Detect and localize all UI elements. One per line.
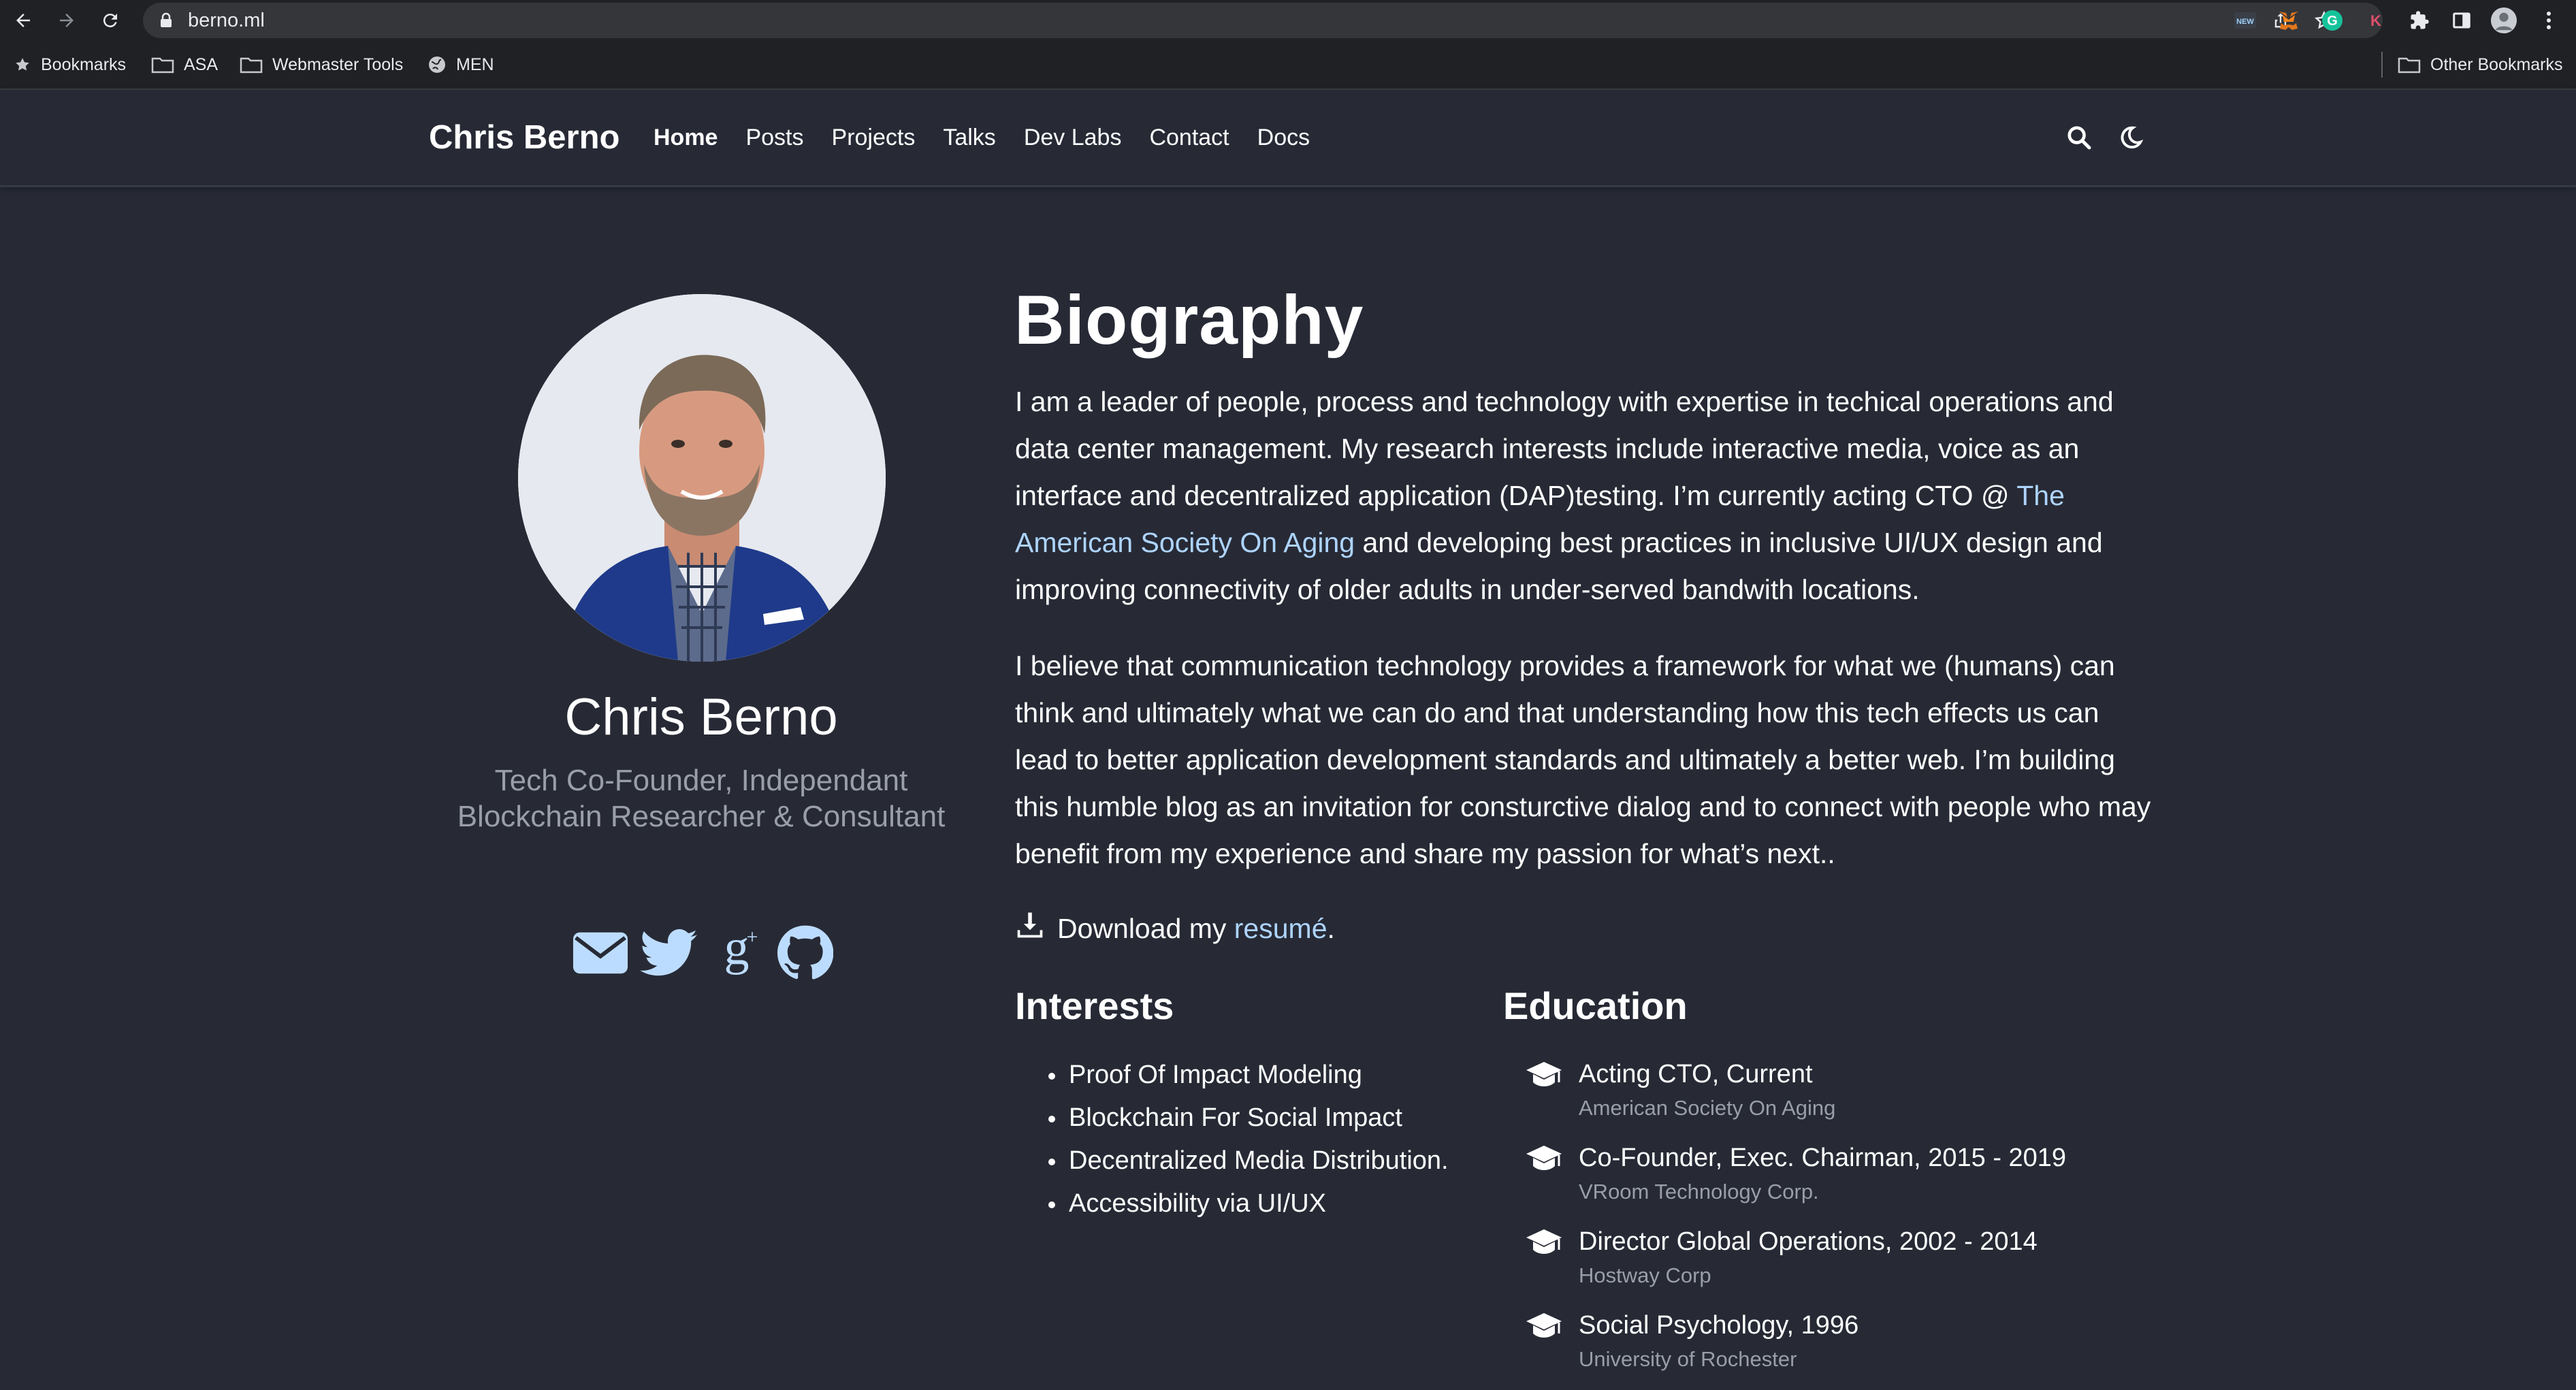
list-item: Proof Of Impact Modeling <box>1048 1054 1449 1097</box>
education-institution: VRoom Technology Corp. <box>1579 1180 1819 1203</box>
bookmark-label: MEN <box>456 54 494 74</box>
nav-projects[interactable]: Projects <box>832 125 916 151</box>
list-item: Decentralized Media Distribution. <box>1048 1140 1449 1182</box>
social-links: g + <box>572 924 833 982</box>
svg-text:NEW: NEW <box>2236 18 2254 26</box>
arrow-right-icon <box>60 14 74 27</box>
download-icon <box>1015 910 1045 947</box>
puzzle-icon[interactable] <box>2406 7 2433 34</box>
education-course: Co-Founder, Exec. Chairman, 2015 - 2019 <box>1579 1144 2067 1172</box>
forward-button[interactable] <box>50 4 83 37</box>
profile-role: Tech Co-Founder, Independant Blockchain … <box>457 764 946 833</box>
education-institution: American Society On Aging <box>1579 1096 1836 1120</box>
svg-text:g: g <box>724 926 750 975</box>
bookmark-label: ASA <box>184 54 219 74</box>
moon-icon[interactable] <box>2114 121 2147 154</box>
nav-docs[interactable]: Docs <box>1257 125 1310 151</box>
svg-text:G: G <box>2327 14 2338 29</box>
interests-title: Interests <box>1015 984 1174 1027</box>
profile-name: Chris Berno <box>564 688 838 746</box>
folder-icon <box>151 57 174 74</box>
biography-title: Biography <box>1014 281 1364 359</box>
arrow-left-icon <box>16 14 30 27</box>
side-panel-icon[interactable] <box>2448 7 2475 34</box>
back-button[interactable] <box>7 4 39 37</box>
bookmark-men[interactable]: MEN <box>428 41 494 88</box>
bookmark-asa[interactable]: ASA <box>151 41 218 88</box>
biography-paragraph-1: I am a leader of people, process and tec… <box>1015 378 2159 613</box>
bookmarks-bar: Bookmarks ASA Webmaster Tools MEN Other … <box>0 41 2576 90</box>
svg-text:+: + <box>747 926 758 948</box>
browser-toolbar: berno.ml NEW G K <box>0 0 2576 41</box>
bookmark-label: Bookmarks <box>41 54 127 74</box>
main-nav: Home Posts Projects Talks Dev Labs Conta… <box>654 90 1310 185</box>
other-bookmarks-label: Other Bookmarks <box>2430 54 2563 74</box>
google-scholar-icon[interactable]: g + <box>708 924 765 982</box>
folder-icon <box>2398 57 2421 74</box>
nav-talks[interactable]: Talks <box>943 125 995 151</box>
kebab-menu-icon[interactable] <box>2535 7 2562 34</box>
reload-button[interactable] <box>94 4 127 37</box>
globe-icon <box>429 56 445 73</box>
bookmark-label: Webmaster Tools <box>272 54 404 74</box>
bookmark-bookmarks[interactable]: Bookmarks <box>14 41 126 88</box>
extension-k-icon[interactable]: K <box>2362 7 2389 34</box>
metamask-icon[interactable] <box>2275 7 2302 34</box>
graduation-cap-icon <box>1526 1062 1562 1086</box>
bookmark-webmaster-tools[interactable]: Webmaster Tools <box>240 41 403 88</box>
resume-download: Download my resumé. <box>1015 908 1335 949</box>
url-text: berno.ml <box>188 10 265 31</box>
education-institution: University of Rochester <box>1579 1347 1797 1371</box>
education-course: Director Global Operations, 2002 - 2014 <box>1579 1227 2038 1256</box>
profile-avatar-icon[interactable] <box>2490 7 2517 34</box>
nav-dev-labs[interactable]: Dev Labs <box>1024 125 1122 151</box>
profile-avatar <box>518 294 886 662</box>
education-course: Acting CTO, Current <box>1579 1060 1813 1088</box>
graduation-cap-icon <box>1526 1313 1562 1338</box>
site-brand[interactable]: Chris Berno <box>429 90 619 185</box>
resume-suffix: . <box>1327 912 1335 944</box>
bookmarks-divider <box>2381 52 2383 78</box>
other-bookmarks[interactable]: Other Bookmarks <box>2398 41 2563 88</box>
github-icon[interactable] <box>776 924 833 982</box>
envelope-icon[interactable] <box>572 924 629 982</box>
twitter-icon[interactable] <box>640 924 697 982</box>
list-item: Blockchain For Social Impact <box>1048 1097 1449 1140</box>
grammarly-icon[interactable]: G <box>2319 7 2346 34</box>
education-title: Education <box>1503 984 1688 1027</box>
nav-posts[interactable]: Posts <box>745 125 803 151</box>
star-icon <box>16 58 29 71</box>
list-item: Accessibility via UI/UX <box>1048 1182 1449 1225</box>
resume-prefix: Download my <box>1057 912 1234 944</box>
resume-link[interactable]: resumé <box>1234 913 1327 944</box>
svg-text:K: K <box>2370 12 2381 29</box>
graduation-cap-icon <box>1526 1229 1562 1254</box>
biography-paragraph-2: I believe that communication technology … <box>1015 650 2151 869</box>
search-icon[interactable] <box>2063 121 2095 154</box>
interests-list: Proof Of Impact Modeling Blockchain For … <box>1048 1054 1449 1225</box>
address-bar[interactable]: berno.ml <box>143 3 2383 38</box>
graduation-cap-icon <box>1526 1146 1562 1170</box>
reload-icon <box>103 14 117 28</box>
bio-text: I am a leader of people, process and tec… <box>1015 386 2114 511</box>
nav-contact[interactable]: Contact <box>1149 125 1229 151</box>
education-institution: Hostway Corp <box>1579 1263 1711 1287</box>
folder-icon <box>240 57 263 74</box>
education-course: Social Psychology, 1996 <box>1579 1311 1859 1340</box>
lock-icon <box>159 12 173 32</box>
nav-home[interactable]: Home <box>654 125 718 151</box>
extension-new-icon[interactable]: NEW <box>2232 7 2259 34</box>
site-navbar: Chris Berno Home Posts Projects Talks De… <box>0 90 2576 187</box>
profile-photo <box>518 294 886 662</box>
